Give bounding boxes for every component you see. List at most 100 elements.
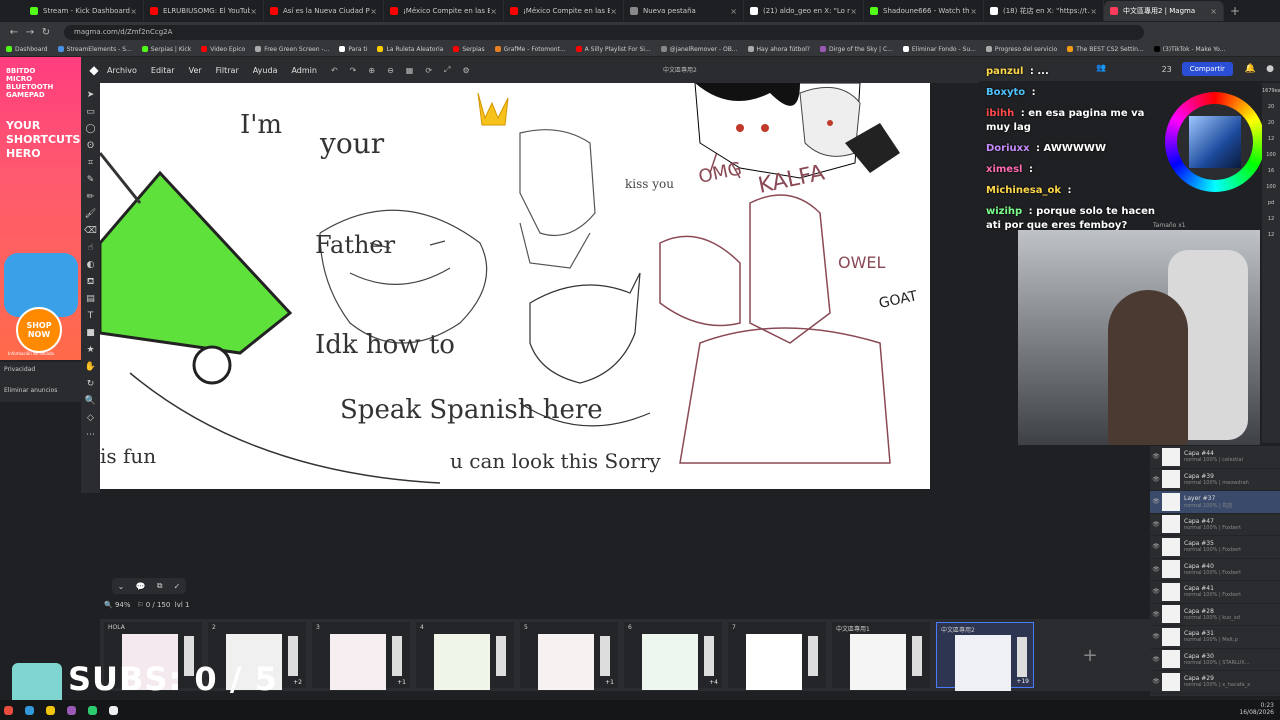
close-tab-icon[interactable]: × <box>1090 7 1097 16</box>
bookmark-item[interactable]: The BEST CS2 Settin... <box>1067 46 1144 53</box>
app-icon[interactable] <box>4 705 13 715</box>
eye-icon[interactable]: 👁 <box>1150 633 1162 640</box>
brush-setting-value[interactable]: 20 <box>1262 99 1280 115</box>
brush-icon[interactable]: 🖌 <box>85 206 96 223</box>
bookmark-item[interactable]: Video Epico <box>201 46 245 53</box>
bookmark-item[interactable]: Para ti <box>339 46 367 53</box>
settings-icon[interactable]: ⚙ <box>462 66 469 75</box>
drawing-canvas[interactable]: I'm your Father Idk how to Speak Spanish… <box>100 83 930 489</box>
select-rect-icon[interactable]: ▭ <box>86 104 95 121</box>
bookmark-item[interactable]: Progreso del servicio <box>985 46 1057 53</box>
brush-setting-value[interactable]: 12 <box>1262 131 1280 147</box>
browser-tab[interactable]: Así es la Nueva Ciudad Privad× <box>264 1 384 21</box>
new-tab-icon[interactable]: + <box>1230 4 1240 18</box>
bookmark-item[interactable]: La Ruleta Aleatoria <box>377 46 443 53</box>
close-tab-icon[interactable]: × <box>130 7 137 16</box>
forward-icon[interactable]: → <box>22 27 38 38</box>
eye-icon[interactable]: 👁 <box>1150 656 1162 663</box>
sidebar-ad[interactable]: 8BITDO MICRO BLUETOOTH GAMEPAD YOUR SHOR… <box>0 57 81 360</box>
layer-row[interactable]: 👁 Capa #41 normal 100% | Foxbert <box>1150 581 1280 604</box>
eye-icon[interactable]: 👁 <box>1150 588 1162 595</box>
url-input[interactable]: magma.com/d/Zmf2nCcg2A <box>64 24 1144 40</box>
menu-filtrar[interactable]: Filtrar <box>216 66 239 75</box>
brush-setting-value[interactable]: 20 <box>1262 115 1280 131</box>
eye-icon[interactable]: 👁 <box>1150 611 1162 618</box>
app-icon[interactable] <box>25 705 34 715</box>
browser-tab[interactable]: ¡México Compite en las Escon× <box>384 1 504 21</box>
app-icon[interactable] <box>46 705 55 715</box>
pencil-icon[interactable]: ✏ <box>87 189 95 206</box>
menu-ayuda[interactable]: Ayuda <box>253 66 278 75</box>
browser-tab[interactable]: ¡México Compite en las Escon× <box>504 1 624 21</box>
magma-logo-icon[interactable]: ◆ <box>85 63 103 77</box>
eye-icon[interactable]: 👁 <box>1150 678 1162 685</box>
bookmark-item[interactable]: @janelRemover - OB... <box>660 46 738 53</box>
text-tool-icon[interactable]: T <box>88 308 94 325</box>
grid-icon[interactable]: ▦ <box>406 66 414 75</box>
brush-setting-value[interactable]: 12 <box>1262 227 1280 243</box>
rotate-icon[interactable]: ⟳ <box>425 66 432 75</box>
menu-editar[interactable]: Editar <box>151 66 175 75</box>
layer-row[interactable]: 👁 Capa #39 normal 100% | meowdrah <box>1150 469 1280 491</box>
bookmark-item[interactable]: Dashboard <box>6 46 48 53</box>
brush-setting-value[interactable]: 100 <box>1262 179 1280 195</box>
chevron-down-icon[interactable]: ⌄ <box>118 582 125 591</box>
smudge-icon[interactable]: ☝ <box>88 240 93 257</box>
zoom-tool-icon[interactable]: 🔍 <box>85 393 96 410</box>
menu-ver[interactable]: Ver <box>189 66 202 75</box>
bookmark-item[interactable]: Serpias <box>453 46 485 53</box>
layer-row[interactable]: 👁 Capa #31 normal 100% | Melt.p <box>1150 626 1280 649</box>
redo-icon[interactable]: ↷ <box>350 66 357 75</box>
layer-row[interactable]: 👁 Capa #28 normal 100% | kuo_xd <box>1150 604 1280 626</box>
zoom-in-icon[interactable]: ⊕ <box>368 66 375 75</box>
layer-row[interactable]: 👁 Capa #40 normal 100% | Foxbert <box>1150 559 1280 581</box>
layer-row[interactable]: 👁 Capa #29 normal 100% | x_hacafa_x <box>1150 671 1280 694</box>
close-tab-icon[interactable]: × <box>250 7 257 16</box>
eye-icon[interactable]: 👁 <box>1150 476 1162 483</box>
eye-icon[interactable]: 👁 <box>1150 521 1162 528</box>
rotate-view-icon[interactable]: ↻ <box>87 376 95 393</box>
page-thumbnail[interactable]: 中文區專用2 +19 <box>936 622 1034 691</box>
close-tab-icon[interactable]: × <box>490 7 497 16</box>
eye-icon[interactable]: 👁 <box>1150 498 1162 505</box>
eyedropper-icon[interactable]: ✎ <box>87 172 95 189</box>
move-tool-icon[interactable]: ➤ <box>87 87 95 104</box>
fullscreen-icon[interactable]: ⤢ <box>444 65 450 75</box>
browser-tab[interactable]: 中文區專用2 | Magma × <box>1104 1 1224 21</box>
app-icon[interactable] <box>109 705 118 715</box>
app-icon[interactable] <box>67 705 76 715</box>
select-ellipse-icon[interactable]: ◯ <box>85 121 95 138</box>
layer-row[interactable]: 👁 Capa #35 normal 100% | Foxbert <box>1150 536 1280 559</box>
color-wheel[interactable] <box>1165 92 1265 192</box>
eraser-icon[interactable]: ⌫ <box>84 223 97 240</box>
undo-icon[interactable]: ↶ <box>331 66 338 75</box>
menu-archivo[interactable]: Archivo <box>107 66 137 75</box>
browser-tab[interactable]: (21) aldo_geo en X: "Lo recon× <box>744 1 864 21</box>
eye-icon[interactable]: 👁 <box>1150 566 1162 573</box>
layers-mini-icon[interactable]: ⧉ <box>157 581 163 591</box>
menu-admin[interactable]: Admin <box>291 66 317 75</box>
remove-ads-link[interactable]: Eliminar anuncios <box>4 387 77 394</box>
check-icon[interactable]: ✓ <box>174 582 181 591</box>
chat-bubble-icon[interactable]: 💬 <box>136 582 146 591</box>
bucket-icon[interactable]: ⛾ <box>87 274 94 291</box>
layer-row[interactable]: 👁 Capa #30 normal 100% | STARLUX... <box>1150 649 1280 671</box>
shape-icon[interactable]: ■ <box>86 325 95 342</box>
browser-tab[interactable]: ELRUBIUSOMG: El YouTuber C× <box>144 1 264 21</box>
brush-setting-value[interactable]: 16 <box>1262 163 1280 179</box>
bookmark-item[interactable]: GrafMe - Fotomont... <box>494 46 566 53</box>
bookmark-item[interactable]: (3)TikTok - Make Yo... <box>1153 46 1225 53</box>
browser-tab[interactable]: Stream - Kick Dashboard × <box>24 1 144 21</box>
bookmark-item[interactable]: A Silly Playlist For Si... <box>575 46 651 53</box>
color-square[interactable] <box>1189 116 1241 168</box>
page-thumbnail[interactable]: 3 +1 <box>312 622 410 690</box>
page-thumbnail[interactable]: 中文區專用1 <box>832 622 930 690</box>
bookmark-item[interactable]: Free Green Screen -... <box>255 46 329 53</box>
brush-setting-value[interactable]: 1679ea <box>1262 83 1280 99</box>
layer-row[interactable]: 👁 Capa #44 normal 100% | celestial <box>1150 446 1280 469</box>
page-thumbnail[interactable]: 5 +1 <box>520 622 618 690</box>
shop-now-button[interactable]: SHOP NOW <box>16 307 62 353</box>
bell-icon[interactable]: 🔔 <box>1245 64 1256 74</box>
close-tab-icon[interactable]: × <box>1210 7 1217 16</box>
close-tab-icon[interactable]: × <box>850 7 857 16</box>
